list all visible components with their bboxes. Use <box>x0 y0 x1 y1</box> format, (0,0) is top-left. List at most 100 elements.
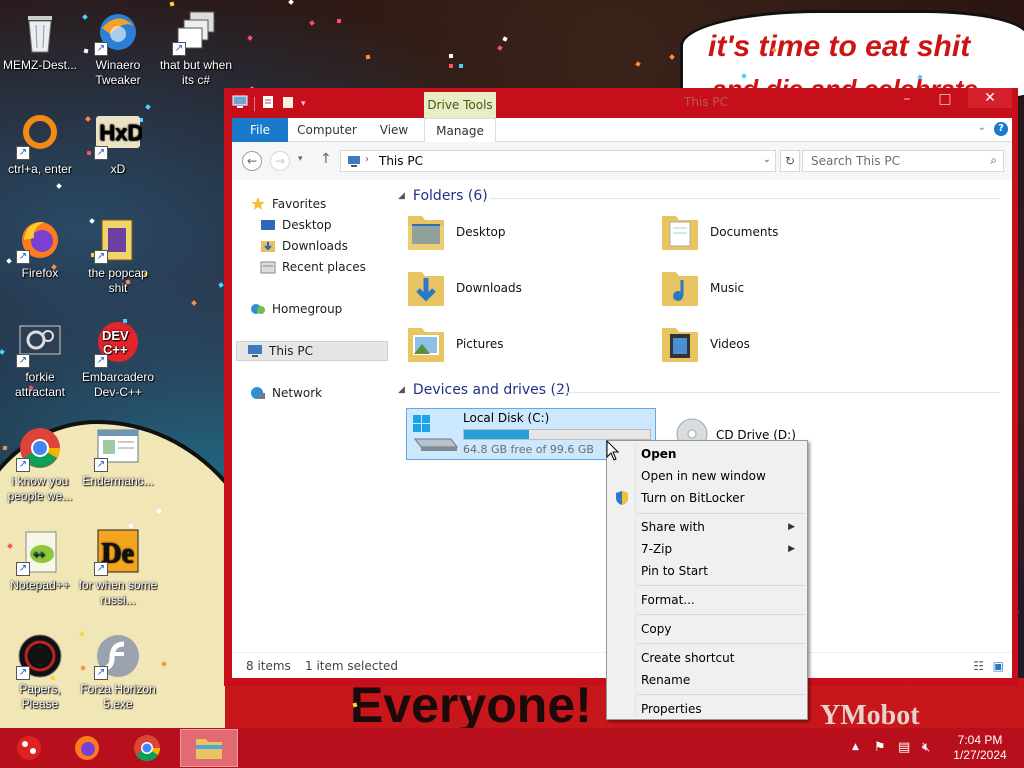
tab-file[interactable]: File <box>232 118 288 142</box>
breadcrumb-chevron-icon[interactable]: › <box>365 154 369 165</box>
desktop-icon-de[interactable]: De ↗ for when some russi... <box>78 528 158 608</box>
drive-name: Local Disk (C:) <box>463 411 550 425</box>
desktop-icon-notepadpp[interactable]: ++ ↗ Notepad++ <box>0 528 80 593</box>
folder-label: Documents <box>710 225 779 239</box>
desktop-icon-devcpp[interactable]: DEV C++ ↗ Embarcadero Dev-C++ <box>78 320 158 400</box>
confetti-speck <box>309 20 315 26</box>
svg-text:HxD: HxD <box>99 120 142 145</box>
menu-separator <box>637 643 805 644</box>
start-button[interactable] <box>0 729 58 767</box>
desktop-icon-memz[interactable]: MEMZ-Dest... <box>0 8 80 73</box>
collapse-chevron-icon[interactable]: ◢ <box>398 385 405 395</box>
taskbar-file-explorer[interactable] <box>180 729 238 767</box>
network-tray-icon[interactable]: ▤ <box>898 740 910 755</box>
confetti-speck <box>448 53 454 59</box>
desktop-icon-popcap[interactable]: ↗ the popcap shit <box>78 216 158 296</box>
folder-label: Music <box>710 281 745 295</box>
tab-computer[interactable]: Computer <box>296 118 358 142</box>
menu-pin-to-start[interactable]: Pin to Start <box>609 560 805 582</box>
desktop-icon-forza[interactable]: ↗ Forza Horizon 5.exe <box>78 632 158 712</box>
folder-music[interactable]: Music <box>660 262 910 314</box>
taskbar-firefox[interactable] <box>58 729 116 767</box>
nav-desktop[interactable]: Desktop <box>260 215 332 235</box>
forward-button[interactable]: → <box>270 151 290 171</box>
menu-open[interactable]: Open <box>609 443 805 465</box>
folder-videos[interactable]: Videos <box>660 318 910 370</box>
breadcrumb[interactable]: This PC <box>379 154 423 168</box>
menu-copy[interactable]: Copy <box>609 618 805 640</box>
nav-label: This PC <box>269 344 313 358</box>
large-icons-view-icon[interactable]: ▣ <box>993 659 1004 673</box>
volume-muted-icon[interactable]: 🔇︎ <box>922 740 930 755</box>
folder-pictures[interactable]: Pictures <box>406 318 656 370</box>
tab-view[interactable]: View <box>370 118 418 142</box>
shortcut-arrow-icon: ↗ <box>16 666 30 680</box>
address-dropdown-icon[interactable]: ⌄ <box>763 154 771 165</box>
taskbar-chrome[interactable] <box>118 729 176 767</box>
confetti-speck <box>466 695 472 701</box>
collapse-chevron-icon[interactable]: ◢ <box>398 191 405 201</box>
tab-manage[interactable]: Manage <box>424 118 496 142</box>
back-button[interactable]: ← <box>242 151 262 171</box>
file-explorer-icon <box>196 739 222 759</box>
desktop-icon-csharp[interactable]: ↗ that but when its c# <box>156 8 236 88</box>
maximize-button[interactable]: □ <box>930 88 960 110</box>
confetti-speck <box>56 183 62 189</box>
desktop-icon-ctrl-a[interactable]: ↗ ctrl+a, enter <box>0 112 80 177</box>
devices-group-header[interactable]: ◢ Devices and drives (2) <box>398 382 570 398</box>
search-input[interactable]: Search This PC ⌕ <box>802 150 1004 172</box>
properties-icon[interactable] <box>261 95 275 112</box>
folder-documents[interactable]: Documents <box>660 206 910 258</box>
chrome-icon <box>134 735 161 762</box>
computer-icon <box>347 155 361 170</box>
show-hidden-icons-icon[interactable]: ▲ <box>852 742 859 752</box>
up-button[interactable]: ↑ <box>320 151 332 167</box>
menu-create-shortcut[interactable]: Create shortcut <box>609 647 805 669</box>
desktop-icon-forkie[interactable]: ↗ forkie attractant <box>0 320 80 400</box>
folder-label: Desktop <box>456 225 506 239</box>
expand-ribbon-icon[interactable]: ⌄ <box>978 122 986 133</box>
menu-share-with[interactable]: Share with ▶ <box>609 516 805 538</box>
menu-7zip[interactable]: 7-Zip ▶ <box>609 538 805 560</box>
recent-locations-icon[interactable]: ▾ <box>298 154 303 164</box>
desktop-icon-chrome[interactable]: ↗ i know you people we... <box>0 424 80 504</box>
details-view-icon[interactable]: ☷ <box>973 659 984 673</box>
new-folder-icon[interactable] <box>281 95 295 112</box>
menu-rename[interactable]: Rename <box>609 669 805 691</box>
minimize-button[interactable]: – <box>892 88 922 110</box>
system-clock[interactable]: 7:04 PM 1/27/2024 <box>948 733 1012 763</box>
menu-properties[interactable]: Properties <box>609 698 805 720</box>
folder-downloads[interactable]: Downloads <box>406 262 656 314</box>
shortcut-arrow-icon: ↗ <box>94 250 108 264</box>
shield-icon <box>615 490 629 513</box>
nav-downloads[interactable]: Downloads <box>260 236 348 256</box>
devcpp-icon: DEV C++ ↗ <box>94 320 142 368</box>
address-bar[interactable]: › This PC ⌄ <box>340 150 776 172</box>
quick-access-toolbar: ▾ <box>232 95 306 112</box>
desktop-icon-papers-please[interactable]: ↗ Papers, Please <box>0 632 80 712</box>
desktop-icon-xd[interactable]: HxD ↗ xD <box>78 112 158 177</box>
confetti-speck <box>218 282 224 288</box>
desktop-icon-endermanch[interactable]: ↗ Endermanc... <box>78 424 158 489</box>
toolbar-divider <box>254 96 255 111</box>
nav-homegroup[interactable]: Homegroup <box>250 299 342 319</box>
action-center-flag-icon[interactable]: ⚑ <box>874 740 886 755</box>
nav-recent-places[interactable]: Recent places <box>260 257 366 277</box>
folder-desktop[interactable]: Desktop <box>406 206 656 258</box>
nav-label: Favorites <box>272 197 327 211</box>
title-bar[interactable]: ▾ Drive Tools This PC – □ ✕ <box>224 88 1018 118</box>
address-toolbar: ← → ▾ ↑ › This PC ⌄ ↻ Search This PC ⌕ <box>232 142 1012 180</box>
menu-turn-on-bitlocker[interactable]: Turn on BitLocker <box>609 487 805 509</box>
desktop-icon-winaero[interactable]: ↗ Winaero Tweaker <box>78 8 158 88</box>
nav-this-pc[interactable]: This PC <box>236 341 388 361</box>
folders-group-header[interactable]: ◢ Folders (6) <box>398 188 488 204</box>
desktop-icon-firefox[interactable]: ↗ Firefox <box>0 216 80 281</box>
refresh-button[interactable]: ↻ <box>780 150 800 172</box>
nav-favorites[interactable]: Favorites <box>250 194 326 214</box>
menu-open-new-window[interactable]: Open in new window <box>609 465 805 487</box>
nav-network[interactable]: Network <box>250 383 322 403</box>
menu-format[interactable]: Format... <box>609 589 805 611</box>
customize-toolbar-icon[interactable]: ▾ <box>301 99 306 109</box>
help-icon[interactable]: ? <box>994 122 1008 136</box>
close-button[interactable]: ✕ <box>968 88 1012 108</box>
